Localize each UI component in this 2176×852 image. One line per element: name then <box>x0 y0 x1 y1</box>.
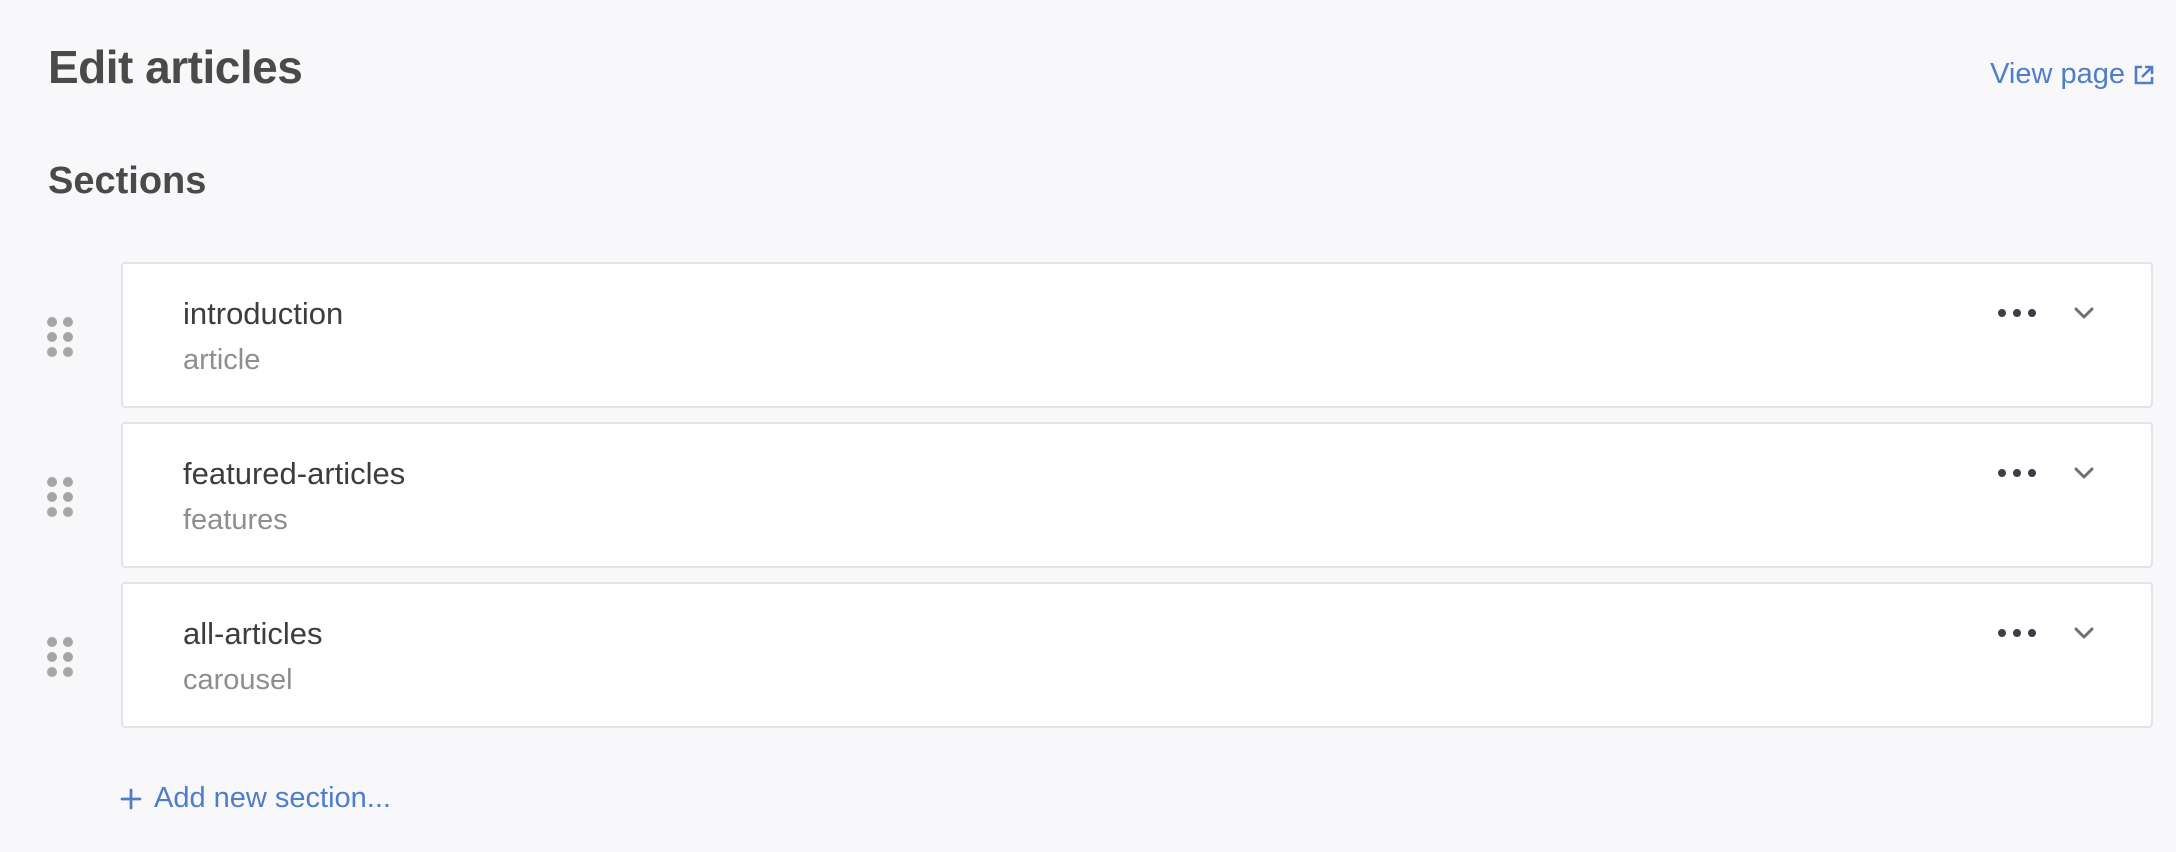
more-options-button[interactable] <box>1993 618 2041 648</box>
section-name: introduction <box>183 296 344 331</box>
plus-icon <box>120 788 142 809</box>
drag-handle-icon[interactable] <box>46 316 74 358</box>
section-type: carousel <box>183 664 293 696</box>
external-link-icon <box>2134 65 2154 84</box>
section-row: all-articles carousel <box>0 582 2176 730</box>
expand-section-button[interactable] <box>2069 460 2099 486</box>
section-card[interactable]: featured-articles features <box>121 422 2153 568</box>
section-type: features <box>183 504 288 536</box>
section-row: introduction article <box>0 262 2176 410</box>
page-title: Edit articles <box>48 41 303 93</box>
section-type: article <box>183 344 261 376</box>
expand-section-button[interactable] <box>2069 620 2099 646</box>
add-new-section-button[interactable]: Add new section... <box>120 782 391 815</box>
sections-heading: Sections <box>48 160 207 202</box>
more-horizontal-icon <box>1998 629 2036 637</box>
view-page-label: View page <box>1990 58 2125 90</box>
section-name: featured-articles <box>183 456 406 491</box>
more-horizontal-icon <box>1998 469 2036 477</box>
section-row: featured-articles features <box>0 422 2176 570</box>
expand-section-button[interactable] <box>2069 300 2099 326</box>
more-options-button[interactable] <box>1993 458 2041 488</box>
chevron-down-icon <box>2074 467 2094 479</box>
more-horizontal-icon <box>1998 309 2036 317</box>
drag-handle-icon[interactable] <box>46 636 74 678</box>
add-new-section-label: Add new section... <box>154 782 391 814</box>
chevron-down-icon <box>2074 307 2094 319</box>
section-card[interactable]: introduction article <box>121 262 2153 408</box>
section-name: all-articles <box>183 616 323 651</box>
chevron-down-icon <box>2074 627 2094 639</box>
more-options-button[interactable] <box>1993 298 2041 328</box>
section-card[interactable]: all-articles carousel <box>121 582 2153 728</box>
view-page-link[interactable]: View page <box>1990 58 2155 91</box>
drag-handle-icon[interactable] <box>46 476 74 518</box>
